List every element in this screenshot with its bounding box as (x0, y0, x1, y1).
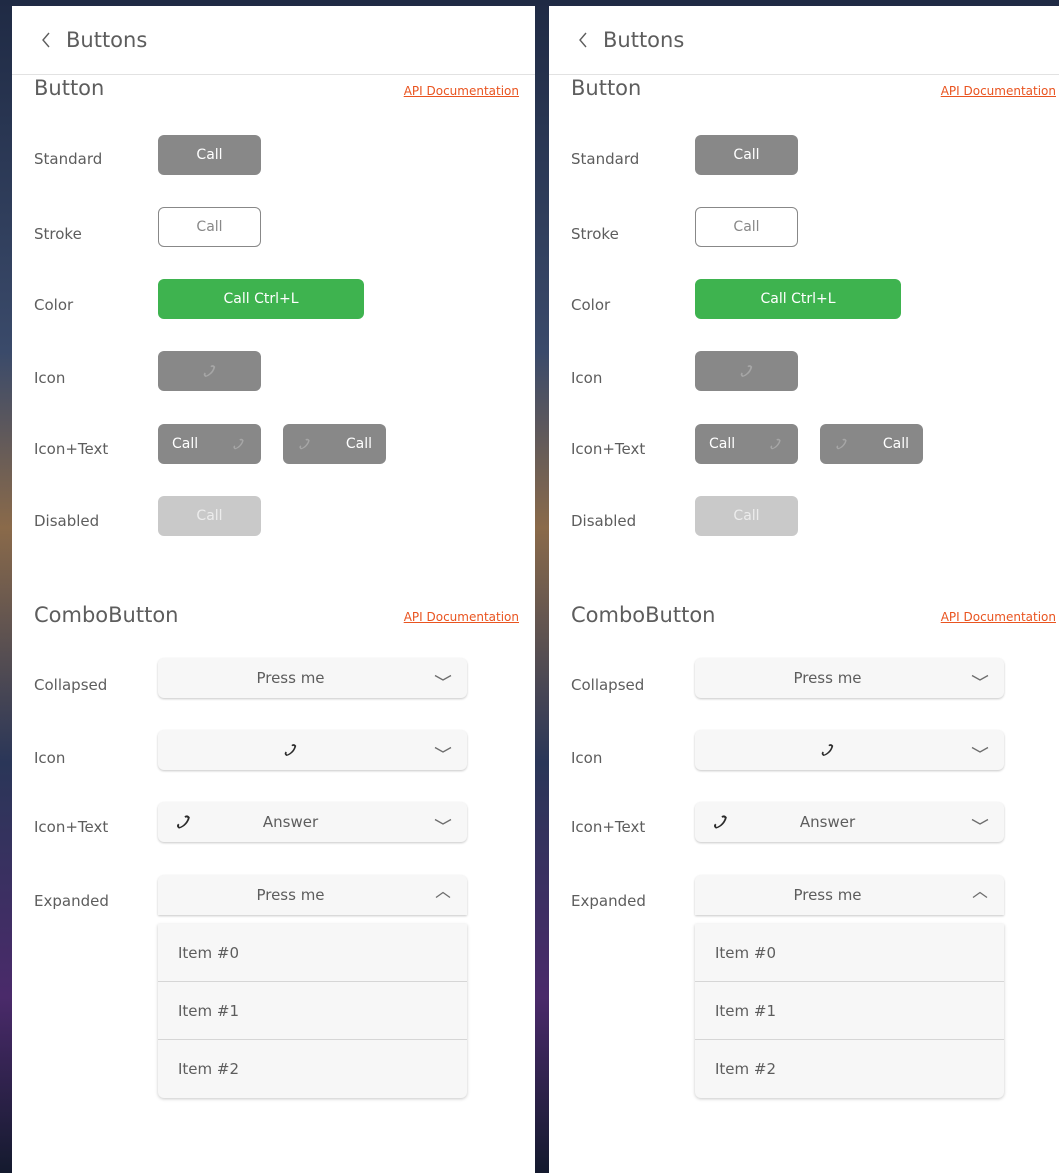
color-call-button[interactable]: Call Ctrl+L (158, 279, 364, 319)
phone-icon (738, 362, 756, 380)
combobutton-main[interactable] (158, 730, 423, 770)
icon-text-call-button-icon-left[interactable]: Call (283, 424, 386, 464)
button-api-documentation-link[interactable]: API Documentation (404, 84, 519, 98)
list-item[interactable]: Item #2 (158, 1040, 467, 1098)
chevron-down-icon[interactable] (962, 730, 998, 770)
combobutton-api-documentation-link[interactable]: API Documentation (404, 610, 519, 624)
combobutton-main[interactable]: Answer (695, 802, 960, 842)
stroke-call-button[interactable]: Call (695, 207, 798, 247)
phone-icon (282, 741, 300, 759)
chevron-down-icon[interactable] (425, 730, 461, 770)
call-button-text: Call (345, 436, 372, 452)
button-section-title: Button (571, 76, 642, 100)
list-item[interactable]: Item #1 (695, 982, 1004, 1040)
disabled-call-button: Call (695, 496, 798, 536)
list-item[interactable]: Item #0 (695, 924, 1004, 982)
phone-icon (201, 362, 219, 380)
combobutton-main[interactable]: Answer (158, 802, 423, 842)
expanded-combobutton[interactable]: Press me (695, 875, 1004, 915)
combobutton-main[interactable]: Press me (695, 875, 960, 915)
combobutton-section-title: ComboButton (571, 603, 716, 627)
color-label: Color (34, 296, 74, 314)
disabled-label: Disabled (34, 512, 100, 530)
icon-button[interactable] (158, 351, 261, 391)
expanded-label: Expanded (34, 892, 109, 910)
page-header: Buttons (12, 6, 535, 75)
chevron-up-icon[interactable] (425, 875, 461, 915)
combo-icon-label: Icon (571, 749, 603, 767)
phone-icon (231, 436, 247, 452)
combobutton-main[interactable]: Press me (158, 875, 423, 915)
combo-icon-label: Icon (34, 749, 66, 767)
icon-text-call-button-icon-right[interactable]: Call (158, 424, 261, 464)
chevron-down-icon[interactable] (425, 802, 461, 842)
color-label: Color (571, 296, 611, 314)
standard-call-button[interactable]: Call (695, 135, 798, 175)
phone-icon (297, 436, 313, 452)
icon-text-label: Icon+Text (571, 440, 646, 458)
chevron-down-icon[interactable] (425, 658, 461, 698)
combobutton-dropdown-list: Item #0 Item #1 Item #2 (695, 924, 1004, 1098)
combobutton-section-title: ComboButton (34, 603, 179, 627)
right-app-window: Buttons Button API Documentation Standar… (549, 6, 1059, 1173)
phone-icon (834, 436, 850, 452)
standard-call-button[interactable]: Call (158, 135, 261, 175)
expanded-label: Expanded (571, 892, 646, 910)
collapsed-label: Collapsed (571, 676, 645, 694)
collapsed-label: Collapsed (34, 676, 108, 694)
chevron-down-icon[interactable] (962, 658, 998, 698)
collapsed-combobutton[interactable]: Press me (695, 658, 1004, 698)
call-button-text: Call (709, 436, 736, 452)
list-item[interactable]: Item #2 (695, 1040, 1004, 1098)
icon-label: Icon (34, 369, 66, 387)
combo-icon-text-label: Icon+Text (571, 818, 646, 836)
standard-label: Standard (571, 150, 640, 168)
back-chevron-icon[interactable] (571, 28, 595, 52)
icon-text-combobutton[interactable]: Answer (695, 802, 1004, 842)
color-call-button[interactable]: Call Ctrl+L (695, 279, 901, 319)
chevron-up-icon[interactable] (962, 875, 998, 915)
page-header: Buttons (549, 6, 1059, 75)
button-api-documentation-link[interactable]: API Documentation (941, 84, 1056, 98)
combobutton-dropdown-list: Item #0 Item #1 Item #2 (158, 924, 467, 1098)
disabled-label: Disabled (571, 512, 637, 530)
icon-combobutton[interactable] (695, 730, 1004, 770)
expanded-combobutton[interactable]: Press me (158, 875, 467, 915)
disabled-call-button: Call (158, 496, 261, 536)
icon-text-call-button-icon-right[interactable]: Call (695, 424, 798, 464)
left-app-window: Buttons Button API Documentation Standar… (12, 6, 535, 1173)
combobutton-main[interactable] (695, 730, 960, 770)
phone-icon (768, 436, 784, 452)
button-section-title: Button (34, 76, 105, 100)
combo-icon-text-label: Icon+Text (34, 818, 109, 836)
icon-text-label: Icon+Text (34, 440, 109, 458)
call-button-text: Call (882, 436, 909, 452)
page-title: Buttons (603, 28, 685, 52)
combobutton-main[interactable]: Press me (158, 658, 423, 698)
call-button-text: Call (172, 436, 199, 452)
phone-icon (819, 741, 837, 759)
list-item[interactable]: Item #0 (158, 924, 467, 982)
list-item[interactable]: Item #1 (158, 982, 467, 1040)
icon-text-combobutton[interactable]: Answer (158, 802, 467, 842)
stroke-call-button[interactable]: Call (158, 207, 261, 247)
icon-text-call-button-icon-left[interactable]: Call (820, 424, 923, 464)
icon-label: Icon (571, 369, 603, 387)
back-chevron-icon[interactable] (34, 28, 58, 52)
combobutton-main[interactable]: Press me (695, 658, 960, 698)
collapsed-combobutton[interactable]: Press me (158, 658, 467, 698)
icon-button[interactable] (695, 351, 798, 391)
combobutton-api-documentation-link[interactable]: API Documentation (941, 610, 1056, 624)
chevron-down-icon[interactable] (962, 802, 998, 842)
icon-combobutton[interactable] (158, 730, 467, 770)
stroke-label: Stroke (571, 225, 619, 243)
standard-label: Standard (34, 150, 103, 168)
page-title: Buttons (66, 28, 148, 52)
stroke-label: Stroke (34, 225, 82, 243)
